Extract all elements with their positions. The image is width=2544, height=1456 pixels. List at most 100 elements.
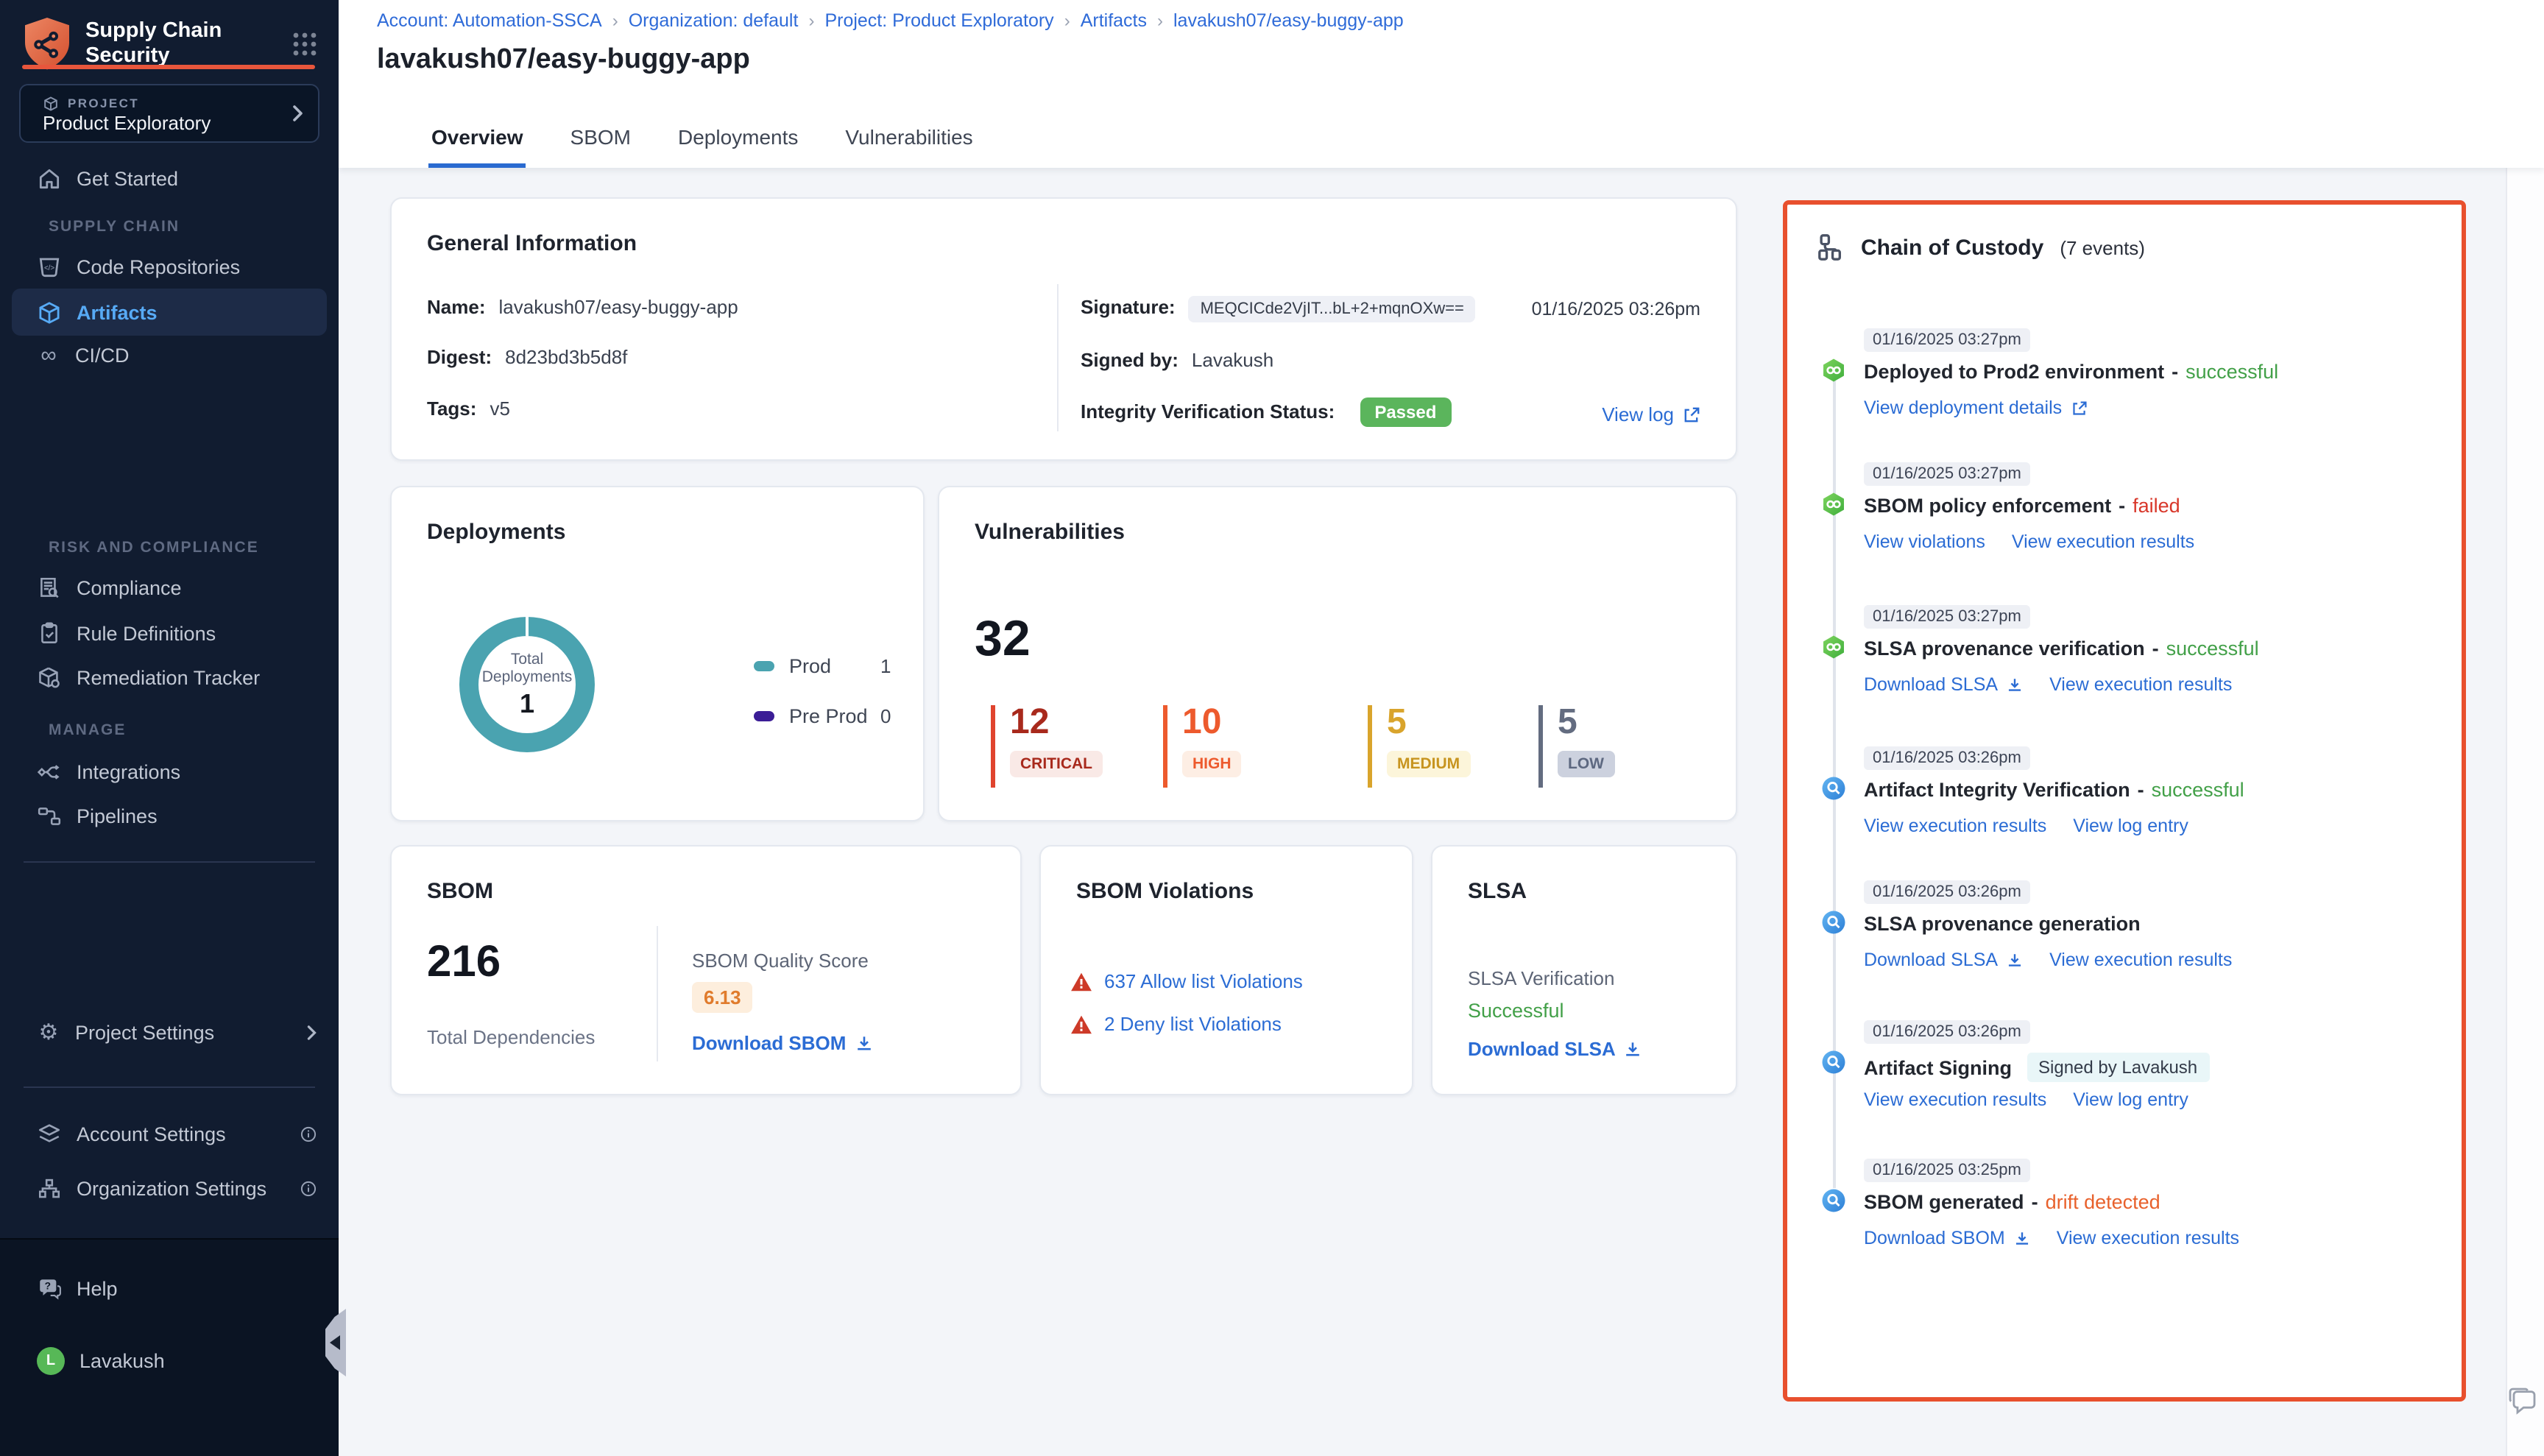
- help-chat-icon: ?: [37, 1276, 62, 1301]
- artifacts-cube-icon: [37, 300, 62, 325]
- sidebar-item-pipelines[interactable]: Pipelines: [0, 794, 339, 838]
- download-sbom-link[interactable]: Download SBOM: [692, 1032, 872, 1054]
- view-execution-results-link[interactable]: View execution results: [2049, 674, 2232, 695]
- module-grid-icon[interactable]: [290, 29, 319, 59]
- section-supply-chain: SUPPLY CHAIN: [49, 218, 180, 236]
- integrity-scan-icon: [1821, 1188, 1846, 1213]
- breadcrumb-artifacts[interactable]: Artifacts: [1081, 10, 1147, 31]
- project-selector[interactable]: PROJECT Product Exploratory: [19, 84, 319, 143]
- sidebar-item-rule-definitions[interactable]: Rule Definitions: [0, 611, 339, 655]
- chain-of-custody-panel: Chain of Custody (7 events) 01/16/2025 0…: [1783, 200, 2466, 1402]
- view-log-entry-link[interactable]: View log entry: [2073, 1089, 2188, 1110]
- sidebar-item-help[interactable]: ? Help: [0, 1266, 339, 1310]
- sbom-quality-score-badge: 6.13: [692, 982, 753, 1013]
- severity-critical: 12 CRITICAL: [991, 705, 1103, 788]
- sidebar-item-account-settings[interactable]: Account Settings: [0, 1112, 339, 1156]
- organization-icon: [37, 1176, 62, 1201]
- compliance-doc-search-icon: [37, 575, 62, 600]
- view-execution-results-link[interactable]: View execution results: [2049, 950, 2232, 970]
- project-label: PROJECT: [68, 96, 139, 110]
- deny-list-violations-link[interactable]: 2 Deny list Violations: [1104, 1013, 1282, 1035]
- vulnerabilities-total: 32: [975, 611, 1031, 668]
- feedback-chat-icon[interactable]: [2509, 1387, 2540, 1416]
- view-violations-link[interactable]: View violations: [1864, 531, 1985, 552]
- total-dependencies-value: 216: [427, 938, 501, 988]
- breadcrumb-organization[interactable]: Organization: default: [629, 10, 799, 31]
- sidebar-item-code-repositories[interactable]: </> Code Repositories: [0, 244, 339, 289]
- view-deployment-details-link[interactable]: View deployment details: [1864, 397, 2087, 418]
- integrity-status-row: Integrity Verification Status:Passed: [1081, 400, 1451, 423]
- tab-bar: Overview SBOM Deployments Vulnerabilitie…: [428, 125, 976, 168]
- view-execution-results-link[interactable]: View execution results: [2012, 531, 2194, 552]
- custody-event-sbom-policy: 01/16/2025 03:27pm SBOM policy enforceme…: [1787, 462, 2462, 596]
- svg-text:</>: </>: [44, 264, 54, 272]
- breadcrumb: Account: Automation-SSCA›Organization: d…: [377, 10, 1404, 31]
- cicd-infinity-icon: ∞: [37, 344, 60, 366]
- page-scrollbar-track[interactable]: [2506, 168, 2544, 1456]
- sidebar-divider: [24, 861, 315, 863]
- sidebar-item-label: Get Started: [77, 167, 178, 189]
- sidebar-item-label: Rule Definitions: [77, 622, 216, 644]
- sidebar-item-artifacts[interactable]: Artifacts: [12, 289, 327, 336]
- event-status: drift detected: [2046, 1191, 2160, 1213]
- breadcrumb-artifact-name[interactable]: lavakush07/easy-buggy-app: [1173, 10, 1404, 31]
- event-timestamp: 01/16/2025 03:26pm: [1864, 1020, 2030, 1044]
- slsa-verification-label: SLSA Verification: [1468, 967, 1614, 989]
- sidebar-item-remediation-tracker[interactable]: Remediation Tracker: [0, 655, 339, 699]
- event-timestamp: 01/16/2025 03:26pm: [1864, 880, 2030, 904]
- allow-list-violations-row: 637 Allow list Violations: [1070, 970, 1303, 992]
- tab-vulnerabilities[interactable]: Vulnerabilities: [842, 125, 975, 168]
- integrity-scan-icon: [1821, 910, 1846, 935]
- allow-list-violations-link[interactable]: 637 Allow list Violations: [1104, 970, 1303, 992]
- sidebar-item-label: Remediation Tracker: [77, 666, 260, 688]
- view-execution-results-link[interactable]: View execution results: [1864, 1089, 2046, 1110]
- sidebar-item-label: Organization Settings: [77, 1177, 266, 1199]
- sidebar-item-project-settings[interactable]: ⚙ Project Settings: [0, 1010, 339, 1054]
- event-timestamp: 01/16/2025 03:27pm: [1864, 462, 2030, 486]
- artifact-tags-row: Tags:v5: [427, 397, 510, 420]
- download-slsa-link[interactable]: Download SLSA: [1468, 1038, 1642, 1060]
- view-execution-results-link[interactable]: View execution results: [2057, 1228, 2239, 1248]
- severity-badge: MEDIUM: [1387, 751, 1470, 777]
- download-icon: [2007, 676, 2023, 693]
- pipelines-icon: [37, 803, 62, 828]
- total-deployments-value: 1: [520, 688, 534, 719]
- card-divider: [657, 926, 658, 1061]
- sidebar-item-get-started[interactable]: Get Started: [0, 156, 339, 200]
- event-status: successful: [2152, 779, 2244, 801]
- download-sbom-link[interactable]: Download SBOM: [1864, 1228, 2030, 1248]
- card-title: SLSA: [1468, 879, 1527, 904]
- card-title: SBOM: [427, 879, 493, 904]
- sidebar-item-compliance[interactable]: Compliance: [0, 565, 339, 609]
- tab-sbom[interactable]: SBOM: [568, 125, 634, 168]
- custody-event-integrity-verification: 01/16/2025 03:26pm Artifact Integrity Ve…: [1787, 746, 2462, 880]
- view-log-link[interactable]: View log: [1602, 403, 1700, 425]
- user-avatar: L: [37, 1346, 65, 1374]
- sidebar-item-cicd[interactable]: ∞ CI/CD: [0, 333, 339, 377]
- sidebar-item-integrations[interactable]: Integrations: [0, 749, 339, 794]
- severity-badge: LOW: [1558, 751, 1614, 777]
- tab-overview[interactable]: Overview: [428, 125, 526, 168]
- external-link-icon: [1683, 406, 1700, 423]
- user-name: Lavakush: [80, 1349, 165, 1371]
- download-slsa-link[interactable]: Download SLSA: [1864, 674, 2023, 695]
- sidebar-item-label: Integrations: [77, 760, 180, 782]
- deployments-legend: Prod 1 Pre Prod 0: [754, 646, 891, 746]
- sidebar-item-user[interactable]: L Lavakush: [0, 1338, 339, 1382]
- signature-timestamp: 01/16/2025 03:26pm: [1532, 299, 1700, 319]
- sbom-violations-card: SBOM Violations 637 Allow list Violation…: [1039, 845, 1413, 1095]
- download-icon: [2007, 952, 2023, 968]
- breadcrumb-project[interactable]: Project: Product Exploratory: [824, 10, 1053, 31]
- integrity-scan-icon: [1821, 776, 1846, 801]
- card-title: Deployments: [427, 520, 565, 545]
- collapse-arrow-icon: [330, 1335, 340, 1350]
- event-status: failed: [2133, 495, 2180, 517]
- signature-row: Signature:MEQCICde2VjIT...bL+2+mqnOXw==: [1081, 296, 1476, 318]
- breadcrumb-account[interactable]: Account: Automation-SSCA: [377, 10, 602, 31]
- svg-text:?: ?: [45, 1279, 51, 1290]
- tab-deployments[interactable]: Deployments: [675, 125, 801, 168]
- view-execution-results-link[interactable]: View execution results: [1864, 816, 2046, 836]
- download-slsa-link[interactable]: Download SLSA: [1864, 950, 2023, 970]
- sidebar-item-organization-settings[interactable]: Organization Settings: [0, 1166, 339, 1210]
- view-log-entry-link[interactable]: View log entry: [2073, 816, 2188, 836]
